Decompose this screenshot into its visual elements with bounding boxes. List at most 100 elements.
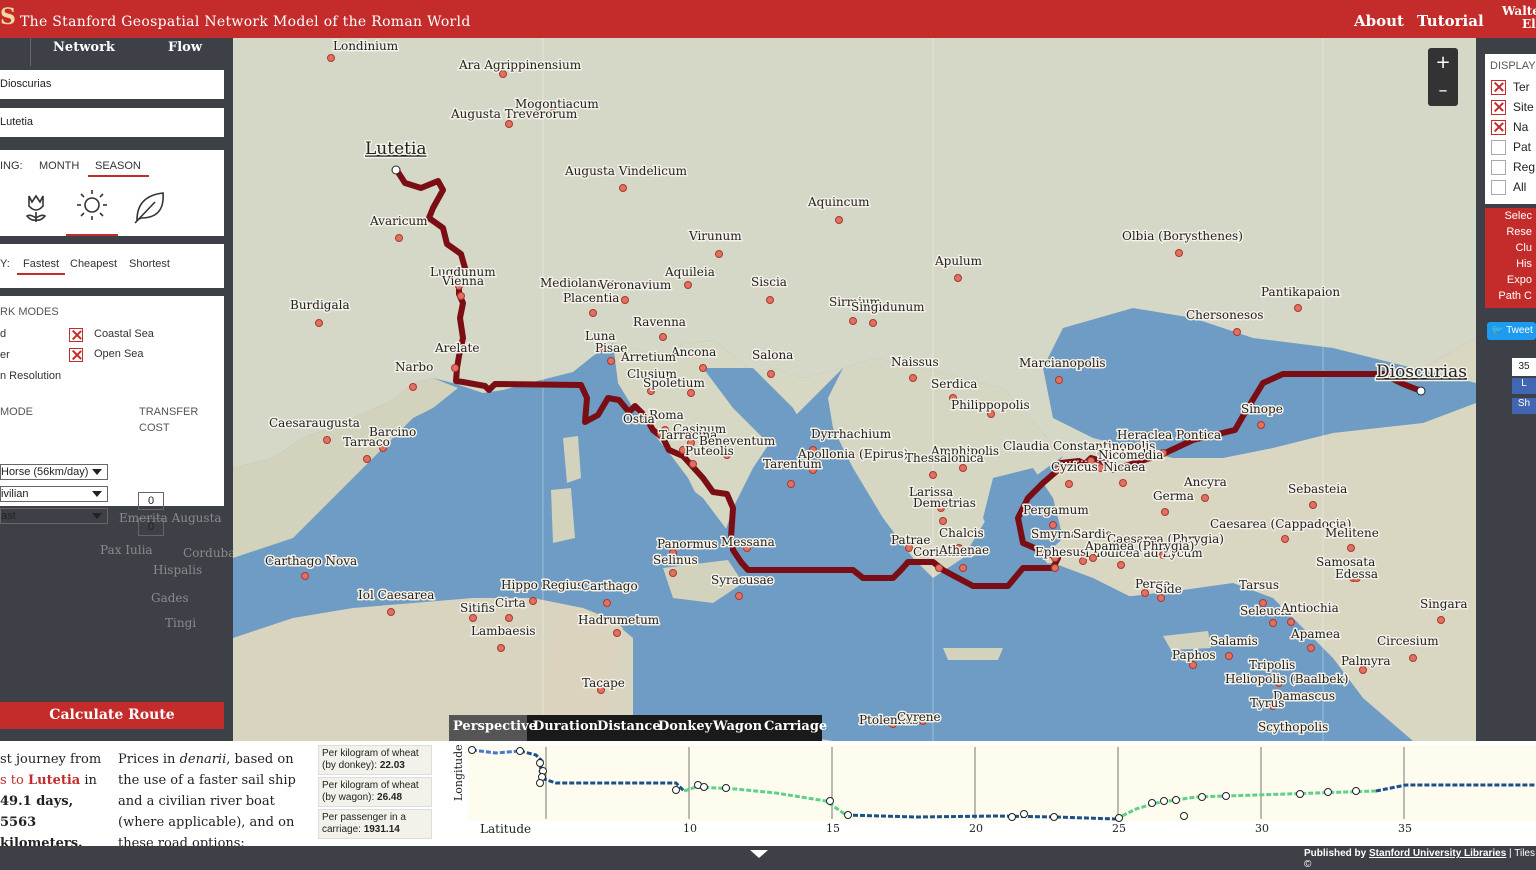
city-dot[interactable] — [684, 281, 692, 289]
city-dot[interactable] — [323, 436, 331, 444]
mode-item-resolution[interactable]: n Resolution — [0, 370, 61, 382]
zoom-in-button[interactable]: + — [1428, 50, 1458, 76]
city-dot[interactable] — [387, 608, 395, 616]
city-label[interactable]: Tyrus — [1249, 695, 1286, 712]
city-dot[interactable] — [929, 471, 937, 479]
city-dot[interactable] — [363, 455, 371, 463]
city-dot[interactable] — [1437, 616, 1445, 624]
city-dot[interactable] — [787, 480, 795, 488]
city-dot[interactable] — [1055, 376, 1063, 384]
city-label[interactable]: Edessa — [1334, 566, 1380, 583]
tutorial-link[interactable]: Tutorial — [1417, 12, 1484, 30]
city-dot[interactable] — [505, 614, 513, 622]
city-dot[interactable] — [469, 614, 477, 622]
city-label[interactable]: Tarsus — [1238, 577, 1281, 594]
city-dot[interactable] — [1287, 618, 1295, 626]
city-label[interactable]: Philippopolis — [950, 397, 1032, 414]
tab-perspective[interactable]: Perspective — [449, 715, 537, 741]
city-label[interactable]: Tarentum — [762, 456, 824, 473]
city-dot[interactable] — [395, 234, 403, 242]
city-dot[interactable] — [659, 333, 667, 341]
display-names-checkbox[interactable] — [1491, 120, 1506, 135]
city-label[interactable]: Carthago — [580, 578, 640, 595]
display-regions-checkbox[interactable] — [1491, 160, 1506, 175]
priority-shortest[interactable]: Shortest — [129, 258, 170, 270]
city-label[interactable]: Londinium — [332, 38, 401, 55]
tab-wagon[interactable]: Wagon — [713, 715, 762, 741]
city-label[interactable]: Panormus — [656, 536, 720, 553]
city-label[interactable]: Cyzicus — [1050, 459, 1100, 476]
city-dot[interactable] — [1175, 249, 1183, 257]
city-dot[interactable] — [1347, 544, 1355, 552]
coastal-sea-checkbox[interactable] — [69, 328, 83, 342]
city-dot[interactable] — [621, 296, 629, 304]
city-label[interactable]: Demetrias — [912, 495, 978, 512]
city-label[interactable]: Ostia — [622, 411, 657, 428]
city-label[interactable]: Singara — [1419, 596, 1470, 613]
orbis-logo[interactable]: S — [0, 4, 16, 30]
cluster-action[interactable]: Clu — [1485, 240, 1536, 256]
city-label[interactable]: Augusta Treverorum — [449, 106, 580, 123]
mode-item-river[interactable]: er — [0, 349, 10, 361]
city-dot[interactable] — [954, 274, 962, 282]
facebook-share-button[interactable]: Sh — [1512, 398, 1536, 414]
city-label[interactable]: Scythopolis — [1257, 719, 1330, 736]
city-dot[interactable] — [1051, 564, 1059, 572]
tab-distance[interactable]: Distance — [597, 715, 661, 741]
city-dot[interactable] — [1119, 479, 1127, 487]
city-label[interactable]: Antiochia — [1279, 600, 1341, 617]
city-label[interactable]: Ravenna — [632, 314, 688, 331]
city-dot[interactable] — [835, 216, 843, 224]
calculate-route-button[interactable]: Calculate Route — [0, 702, 224, 729]
city-dot[interactable] — [869, 319, 877, 327]
city-dot[interactable] — [1294, 304, 1302, 312]
city-label[interactable]: Heliopolis (Baalbek) — [1224, 671, 1350, 688]
city-dot[interactable] — [699, 364, 707, 372]
transfer-cost-sea-input[interactable]: 0 — [138, 518, 164, 536]
city-label[interactable]: Athenae — [937, 542, 991, 559]
tweet-button[interactable]: 🐦 Tweet — [1487, 322, 1536, 340]
city-label[interactable]: Apamea (Phrygia) — [1083, 538, 1196, 555]
city-label[interactable]: Paphos — [1171, 647, 1217, 664]
city-dot[interactable] — [935, 564, 943, 572]
city-dot[interactable] — [1416, 386, 1426, 396]
city-dot[interactable] — [451, 364, 459, 372]
city-label[interactable]: Tripolis — [1248, 657, 1297, 674]
city-label[interactable]: Spoletium — [642, 375, 707, 392]
city-dot[interactable] — [1281, 535, 1289, 543]
city-label[interactable]: Palmyra — [1340, 653, 1393, 670]
road-mode-select[interactable]: Horse (56km/day) — [0, 464, 108, 480]
month-option[interactable]: MONTH — [39, 160, 79, 172]
display-terrain-checkbox[interactable] — [1491, 80, 1506, 95]
city-dot[interactable] — [315, 319, 323, 327]
city-dot[interactable] — [409, 383, 417, 391]
season-option[interactable]: SEASON — [88, 160, 149, 177]
city-label[interactable]: Caesaraugusta — [268, 415, 362, 432]
city-label[interactable]: Lutetia — [364, 138, 429, 161]
city-label[interactable]: Ara Agrippinensium — [457, 57, 584, 74]
city-dot[interactable] — [1117, 561, 1125, 569]
tab-duration[interactable]: Duration — [533, 715, 598, 741]
city-label[interactable]: Messana — [720, 534, 777, 551]
city-label[interactable]: Vienna — [440, 273, 486, 290]
city-label[interactable]: Tacape — [581, 675, 627, 692]
city-label[interactable]: Pantikapaion — [1260, 284, 1342, 301]
display-sites-checkbox[interactable] — [1491, 100, 1506, 115]
export-action[interactable]: Expo — [1485, 272, 1536, 288]
priority-cheapest[interactable]: Cheapest — [70, 258, 117, 270]
city-dot[interactable] — [1257, 421, 1265, 429]
city-dot[interactable] — [589, 309, 597, 317]
city-label[interactable]: Selinus — [652, 552, 700, 569]
city-label[interactable]: Dioscurias — [1375, 361, 1469, 384]
city-label[interactable]: Melitene — [1324, 525, 1381, 542]
city-dot[interactable] — [613, 629, 621, 637]
display-paths-checkbox[interactable] — [1491, 140, 1506, 155]
sea-mode-select[interactable]: ast — [0, 508, 108, 524]
about-link[interactable]: About — [1354, 12, 1404, 30]
path-action[interactable]: Path C — [1485, 288, 1536, 304]
city-label[interactable]: Siscia — [750, 274, 789, 291]
autumn-leaf-icon[interactable] — [131, 188, 169, 226]
tab-network[interactable]: Network — [30, 38, 138, 66]
city-label[interactable]: Claudia — [1002, 438, 1052, 455]
city-dot[interactable] — [1233, 328, 1241, 336]
